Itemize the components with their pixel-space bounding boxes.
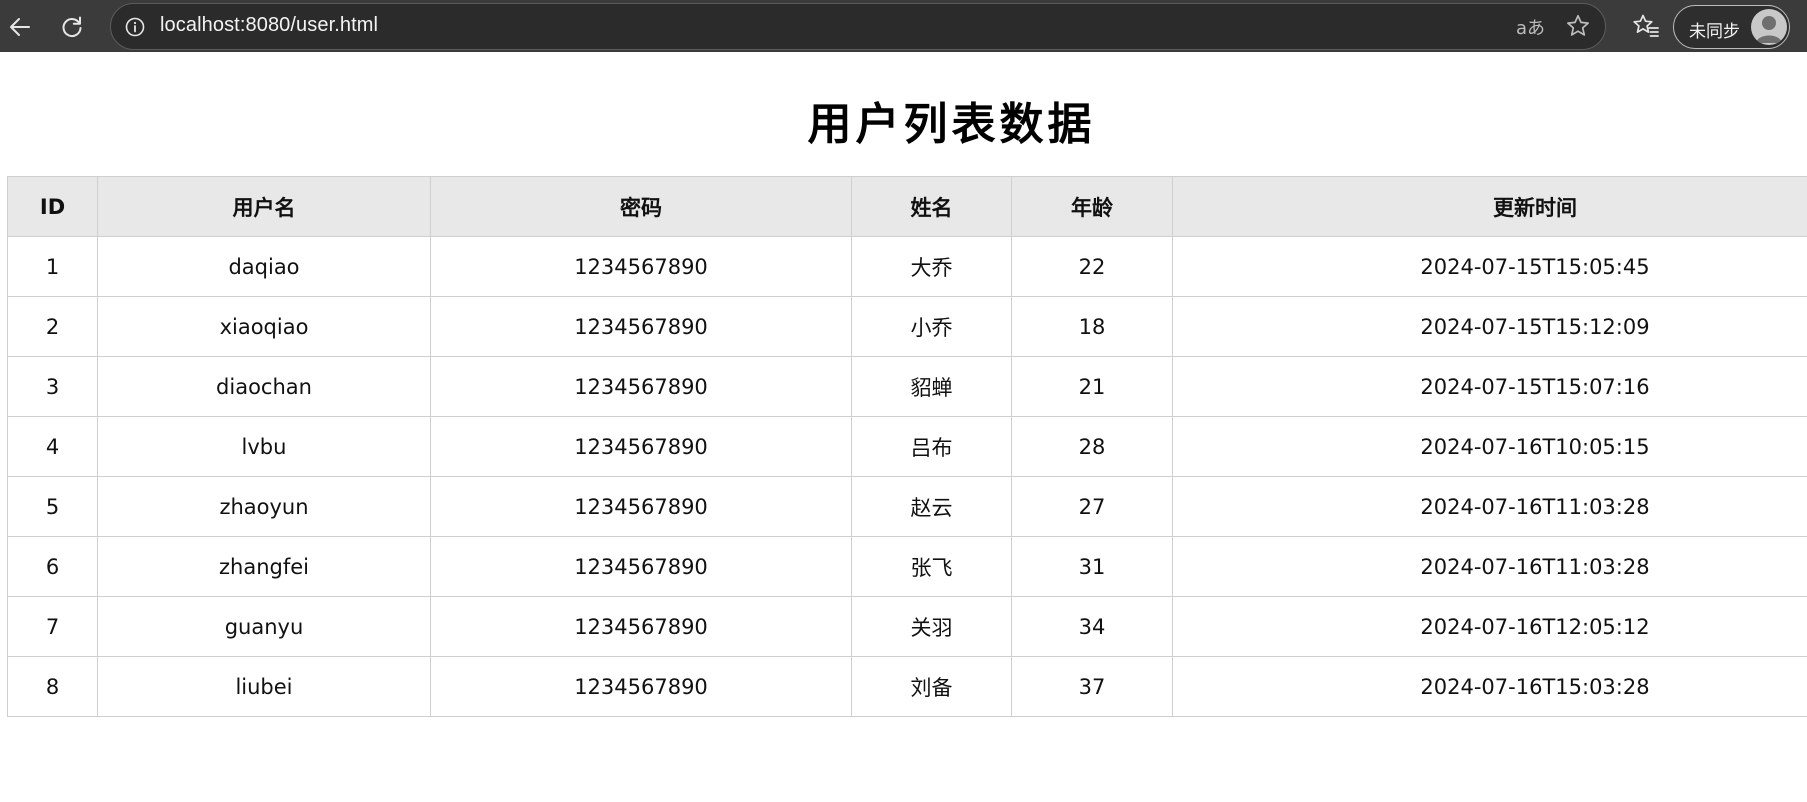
cell-password: 1234567890: [430, 476, 852, 537]
cell-name: 刘备: [851, 656, 1012, 717]
cell-update-time: 2024-07-15T15:05:45: [1172, 236, 1807, 297]
cell-age: 18: [1011, 296, 1173, 357]
cell-username: lvbu: [97, 416, 431, 477]
cell-username: liubei: [97, 656, 431, 717]
reload-button[interactable]: [53, 8, 91, 46]
table-row: 3 diaochan 1234567890 貂蝉 21 2024-07-15T1…: [7, 356, 1807, 417]
cell-password: 1234567890: [430, 356, 852, 417]
cell-name: 貂蝉: [851, 356, 1012, 417]
cell-password: 1234567890: [430, 536, 852, 597]
column-header-username: 用户名: [97, 176, 431, 237]
table-row: 1 daqiao 1234567890 大乔 22 2024-07-15T15:…: [7, 236, 1807, 297]
column-header-password: 密码: [430, 176, 852, 237]
table-header-row: ID 用户名 密码 姓名 年龄 更新时间: [7, 176, 1807, 237]
cell-username: guanyu: [97, 596, 431, 657]
cell-username: diaochan: [97, 356, 431, 417]
page-title: 用户列表数据: [807, 99, 1096, 150]
page-content: 用户列表数据 ID 用户名 密码 姓名 年龄 更新时间 1 daqiao 123…: [0, 52, 1807, 802]
cell-id: 6: [7, 536, 98, 597]
favorites-icon[interactable]: [1632, 12, 1660, 40]
column-header-name: 姓名: [851, 176, 1012, 237]
url-text[interactable]: localhost:8080/user.html: [160, 14, 378, 37]
cell-id: 7: [7, 596, 98, 657]
cell-age: 21: [1011, 356, 1173, 417]
cell-password: 1234567890: [430, 656, 852, 717]
cell-id: 3: [7, 356, 98, 417]
table-row: 2 xiaoqiao 1234567890 小乔 18 2024-07-15T1…: [7, 296, 1807, 357]
address-bar[interactable]: localhost:8080/user.html aあ: [110, 3, 1606, 50]
cell-name: 赵云: [851, 476, 1012, 537]
cell-password: 1234567890: [430, 236, 852, 297]
cell-id: 2: [7, 296, 98, 357]
table-row: 4 lvbu 1234567890 吕布 28 2024-07-16T10:05…: [7, 416, 1807, 477]
reload-icon: [62, 16, 82, 37]
star-icon[interactable]: [1565, 13, 1591, 39]
browser-toolbar: localhost:8080/user.html aあ 未同步: [0, 0, 1807, 52]
table-row: 6 zhangfei 1234567890 张飞 31 2024-07-16T1…: [7, 536, 1807, 597]
cell-name: 关羽: [851, 596, 1012, 657]
cell-update-time: 2024-07-16T11:03:28: [1172, 536, 1807, 597]
cell-id: 8: [7, 656, 98, 717]
cell-name: 张飞: [851, 536, 1012, 597]
cell-id: 1: [7, 236, 98, 297]
table-row: 8 liubei 1234567890 刘备 37 2024-07-16T15:…: [7, 656, 1807, 717]
cell-age: 34: [1011, 596, 1173, 657]
cell-id: 4: [7, 416, 98, 477]
column-header-update-time: 更新时间: [1172, 176, 1807, 237]
cell-username: zhangfei: [97, 536, 431, 597]
cell-username: xiaoqiao: [97, 296, 431, 357]
cell-age: 37: [1011, 656, 1173, 717]
cell-id: 5: [7, 476, 98, 537]
back-arrow-icon: [10, 18, 30, 36]
cell-username: zhaoyun: [97, 476, 431, 537]
cell-age: 22: [1011, 236, 1173, 297]
cell-age: 31: [1011, 536, 1173, 597]
cell-username: daqiao: [97, 236, 431, 297]
avatar-icon: [1751, 9, 1787, 45]
profile-sync-label: 未同步: [1689, 22, 1740, 42]
cell-update-time: 2024-07-16T12:05:12: [1172, 596, 1807, 657]
column-header-age: 年龄: [1011, 176, 1173, 237]
info-icon[interactable]: [124, 16, 146, 38]
cell-name: 小乔: [851, 296, 1012, 357]
table-row: 5 zhaoyun 1234567890 赵云 27 2024-07-16T11…: [7, 476, 1807, 537]
cell-update-time: 2024-07-15T15:12:09: [1172, 296, 1807, 357]
profile-button[interactable]: 未同步: [1673, 5, 1790, 49]
cell-password: 1234567890: [430, 296, 852, 357]
cell-password: 1234567890: [430, 596, 852, 657]
cell-update-time: 2024-07-16T10:05:15: [1172, 416, 1807, 477]
column-header-id: ID: [7, 176, 98, 237]
cell-age: 28: [1011, 416, 1173, 477]
read-aloud-icon[interactable]: aあ: [1516, 14, 1545, 40]
cell-update-time: 2024-07-16T15:03:28: [1172, 656, 1807, 717]
cell-name: 大乔: [851, 236, 1012, 297]
cell-name: 吕布: [851, 416, 1012, 477]
cell-update-time: 2024-07-16T11:03:28: [1172, 476, 1807, 537]
cell-update-time: 2024-07-15T15:07:16: [1172, 356, 1807, 417]
user-table: ID 用户名 密码 姓名 年龄 更新时间 1 daqiao 1234567890…: [7, 176, 1807, 717]
table-row: 7 guanyu 1234567890 关羽 34 2024-07-16T12:…: [7, 596, 1807, 657]
cell-password: 1234567890: [430, 416, 852, 477]
back-button[interactable]: [1, 8, 39, 46]
cell-age: 27: [1011, 476, 1173, 537]
